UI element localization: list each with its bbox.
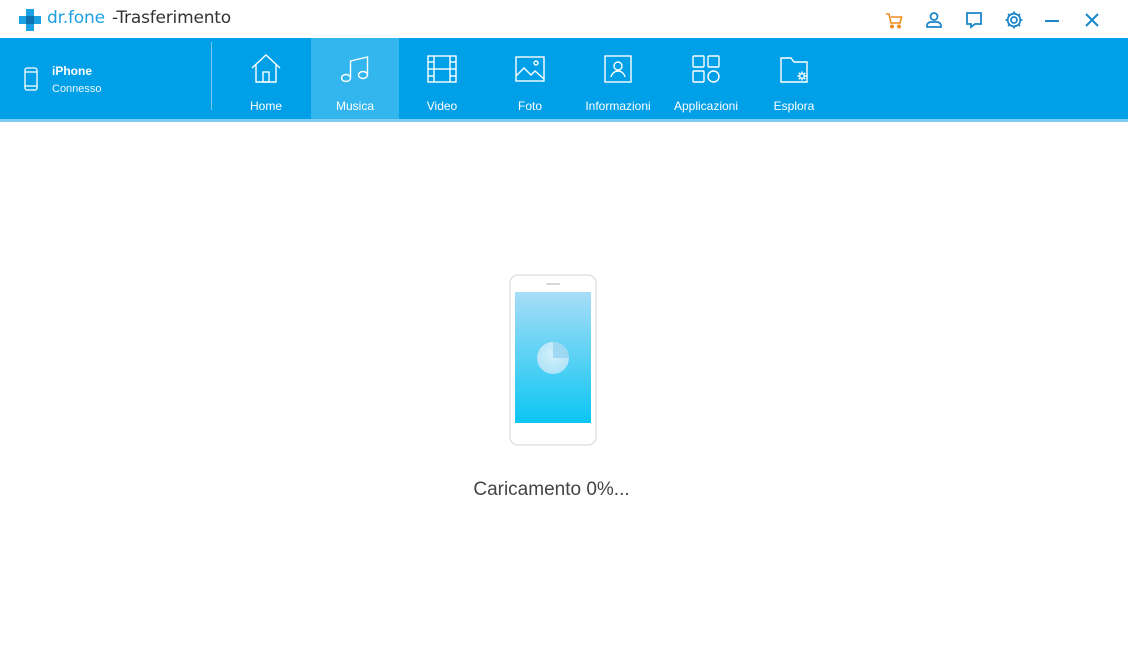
device-status: Connesso xyxy=(52,83,102,95)
toolbar-underline xyxy=(0,119,1128,122)
photo-icon xyxy=(515,56,545,82)
close-icon[interactable] xyxy=(1081,9,1103,31)
contacts-icon xyxy=(604,55,632,83)
tab-info[interactable]: Informazioni xyxy=(574,38,662,119)
feedback-icon[interactable] xyxy=(963,9,985,31)
toolbar-divider xyxy=(211,42,212,110)
loading-status-text: Caricamento 0%... xyxy=(473,479,630,500)
explore-folder-icon xyxy=(780,57,808,83)
tab-info-label: Informazioni xyxy=(585,99,651,113)
tab-home-label: Home xyxy=(249,99,282,113)
main-toolbar: iPhone Connesso Home Musica Video Foto I… xyxy=(0,38,1128,119)
cart-icon[interactable] xyxy=(883,9,905,31)
tab-video[interactable]: Video xyxy=(398,38,486,119)
device-name: iPhone xyxy=(52,64,93,78)
music-icon xyxy=(340,56,369,83)
user-icon[interactable] xyxy=(923,9,945,31)
drfone-logo-icon xyxy=(19,9,41,31)
tab-explore[interactable]: Esplora xyxy=(750,38,838,119)
video-icon xyxy=(427,55,457,83)
settings-icon[interactable] xyxy=(1003,9,1025,31)
apps-icon xyxy=(692,55,720,83)
tab-apps-label: Applicazioni xyxy=(673,99,739,113)
tab-music-label: Musica xyxy=(335,99,374,113)
minimize-icon[interactable] xyxy=(1041,9,1063,31)
tab-video-label: Video xyxy=(426,99,458,113)
tab-photo[interactable]: Foto xyxy=(486,38,574,119)
app-brand: dr.fone xyxy=(47,8,105,28)
tab-music[interactable]: Musica xyxy=(311,38,399,119)
app-subtitle: -Trasferimento xyxy=(112,8,231,28)
home-icon xyxy=(251,54,281,83)
device-selector[interactable]: iPhone Connesso xyxy=(0,38,211,119)
tab-explore-label: Esplora xyxy=(773,99,815,113)
title-bar: dr.fone -Trasferimento xyxy=(0,0,1128,38)
device-phone-icon xyxy=(24,67,38,91)
loading-phone-illustration xyxy=(509,274,597,446)
tab-home[interactable]: Home xyxy=(222,38,310,119)
tab-photo-label: Foto xyxy=(517,99,542,113)
tab-apps[interactable]: Applicazioni xyxy=(662,38,750,119)
